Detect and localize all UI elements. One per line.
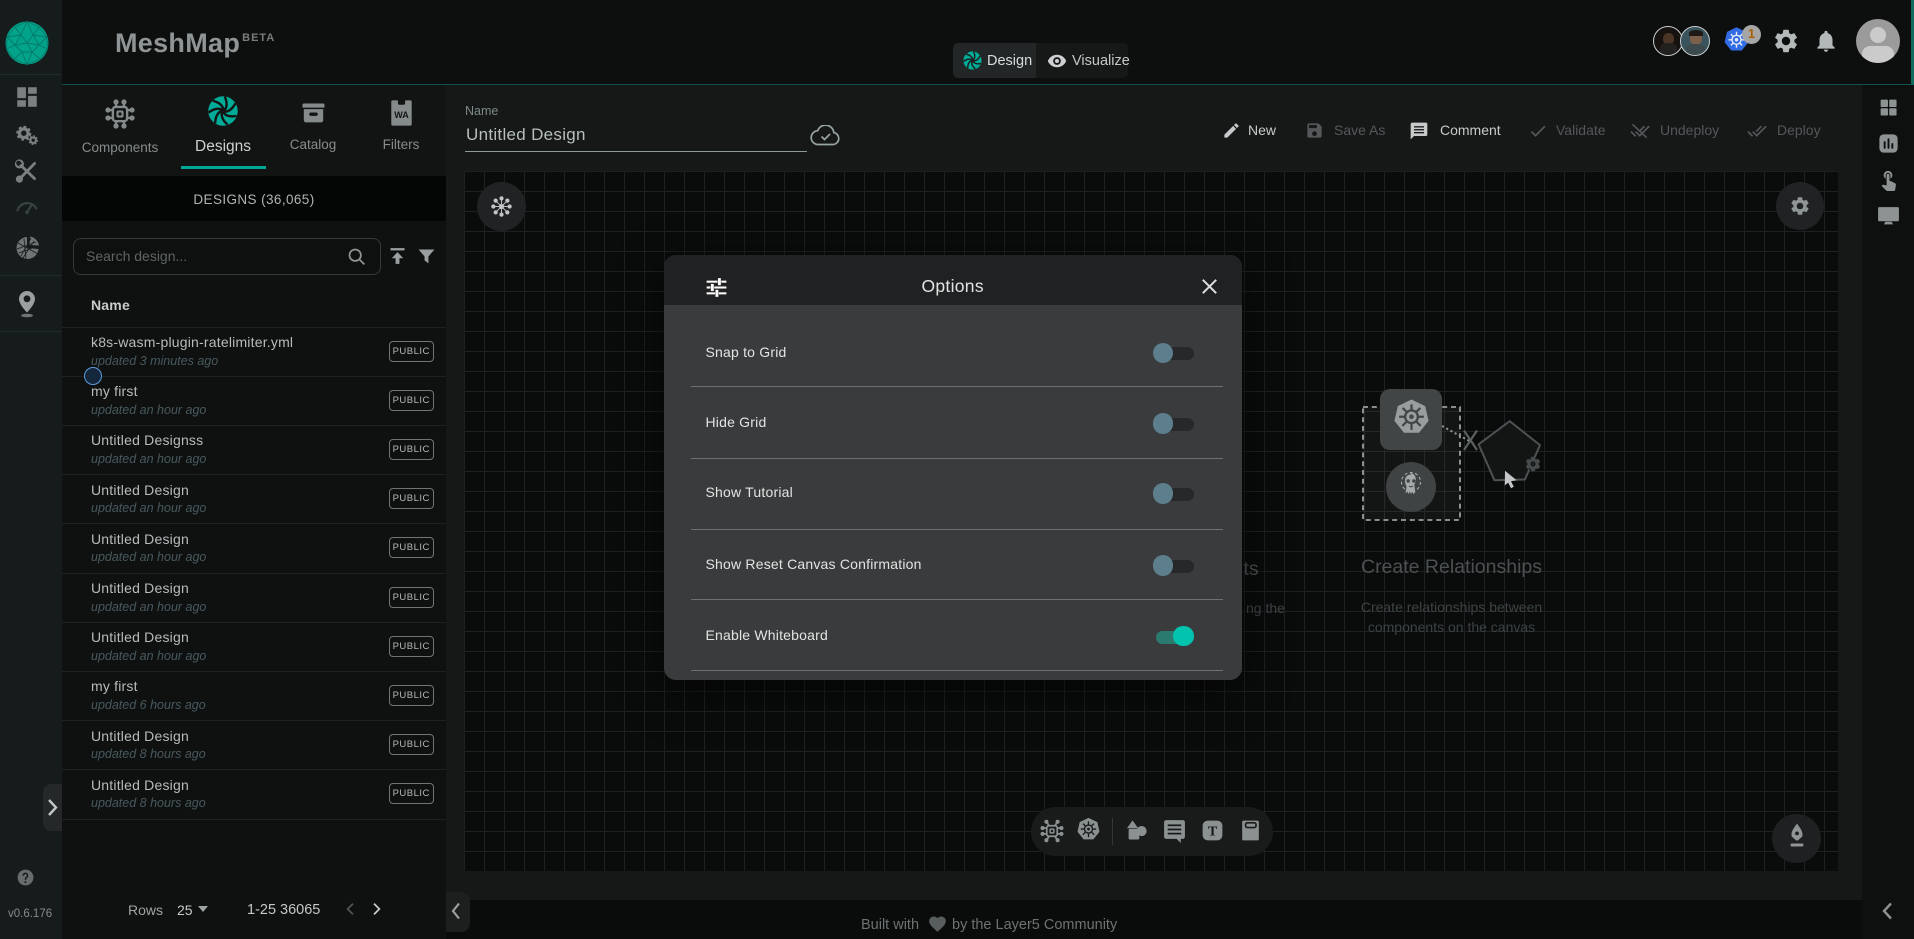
svg-text:T: T bbox=[1208, 824, 1218, 840]
svg-text:WA: WA bbox=[394, 110, 409, 120]
